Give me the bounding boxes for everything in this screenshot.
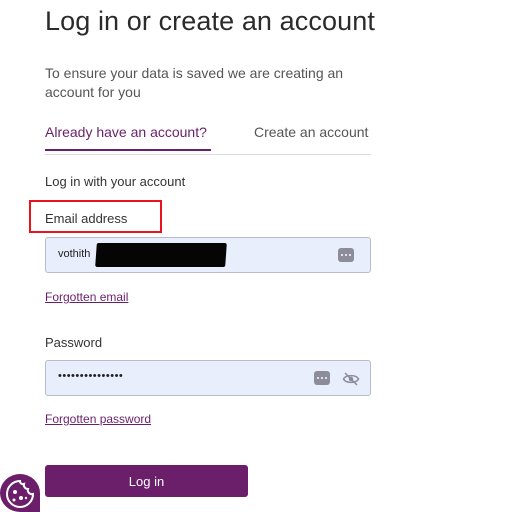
email-label: Email address bbox=[45, 211, 128, 226]
page-subtitle: To ensure your data is saved we are crea… bbox=[45, 65, 344, 100]
cookie-icon bbox=[6, 479, 35, 508]
password-manager-dots-icon[interactable] bbox=[338, 248, 354, 262]
forgot-email-link[interactable]: Forgotten email bbox=[45, 290, 128, 304]
password-manager-dots-icon[interactable] bbox=[314, 371, 330, 385]
account-tabs: Already have an account? Create an accou… bbox=[45, 118, 371, 155]
login-page: Log in or create an account To ensure yo… bbox=[0, 0, 512, 512]
cookie-settings-button[interactable] bbox=[0, 474, 40, 512]
email-value: vothith bbox=[58, 248, 91, 260]
tab-create-account[interactable]: Create an account bbox=[254, 124, 368, 140]
eye-slash-icon[interactable] bbox=[342, 370, 360, 388]
login-button[interactable]: Log in bbox=[45, 465, 248, 497]
login-section-label: Log in with your account bbox=[45, 174, 186, 189]
password-value: ••••••••••••••• bbox=[58, 370, 124, 382]
tab-already-have-account[interactable]: Already have an account? bbox=[45, 124, 211, 151]
email-field[interactable]: vothith bbox=[45, 237, 371, 273]
redaction-bar bbox=[95, 243, 227, 267]
forgot-password-link[interactable]: Forgotten password bbox=[45, 412, 151, 426]
page-title: Log in or create an account bbox=[45, 6, 375, 36]
password-label: Password bbox=[45, 335, 103, 350]
password-field[interactable]: ••••••••••••••• bbox=[45, 360, 371, 396]
